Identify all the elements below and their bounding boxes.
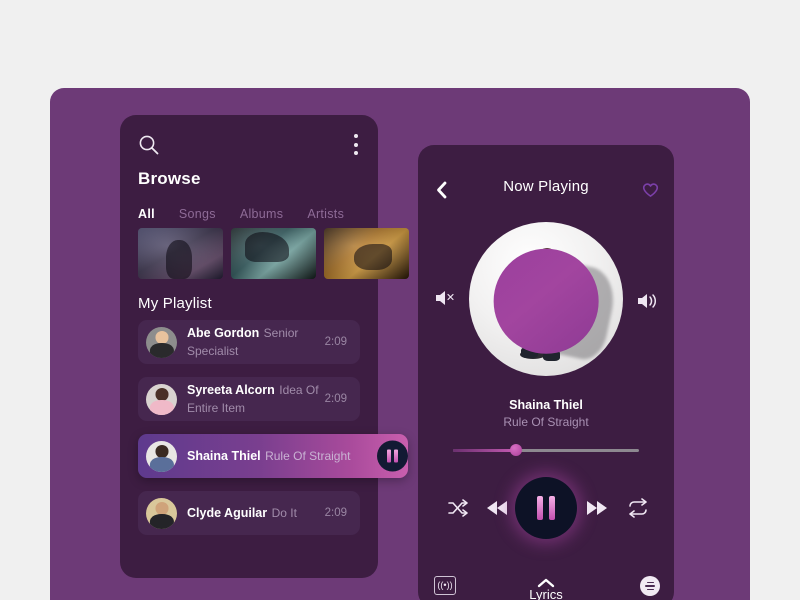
pause-icon-bar-right [549, 496, 555, 520]
screen: Browse All Songs Albums Artists My Playl… [0, 0, 800, 600]
album-art [469, 222, 623, 376]
track-duration: 2:09 [324, 393, 347, 405]
pause-icon-bar-left [537, 496, 543, 520]
repeat-icon[interactable] [627, 498, 649, 518]
lyrics-label: Lyrics [529, 587, 563, 600]
track-name: Clyde Aguilar [187, 506, 268, 520]
table-row[interactable]: Syreeta Alcorn Idea Of Entire Item 2:09 [138, 377, 360, 421]
browse-tabs: All Songs Albums Artists [138, 207, 344, 221]
tab-all[interactable]: All [138, 207, 155, 221]
app-card: Browse All Songs Albums Artists My Playl… [50, 88, 750, 600]
track-text: Abe Gordon Senior Specialist [187, 324, 325, 360]
table-row-active[interactable]: Shaina Thiel Rule Of Straight [138, 434, 408, 478]
heart-outline-icon[interactable] [641, 180, 660, 199]
playlist: Abe Gordon Senior Specialist 2:09 Syreet… [138, 320, 408, 548]
avatar [146, 440, 177, 472]
concert-thumbnail-2[interactable] [231, 228, 316, 279]
queue-list-icon[interactable] [640, 576, 660, 596]
thumbnail-strip [138, 228, 409, 279]
avatar [146, 497, 177, 529]
tab-artists[interactable]: Artists [307, 207, 344, 221]
now-playing-header: Now Playing [418, 178, 674, 202]
volume-up-icon[interactable] [636, 290, 660, 312]
track-name: Syreeta Alcorn [187, 383, 275, 397]
track-subtitle: Do It [271, 506, 297, 520]
playlist-heading: My Playlist [138, 295, 212, 312]
track-name: Abe Gordon [187, 326, 260, 340]
tab-songs[interactable]: Songs [179, 207, 216, 221]
tab-albums[interactable]: Albums [240, 207, 283, 221]
row-pause-icon[interactable] [377, 440, 408, 472]
track-text: Clyde Aguilar Do It [187, 504, 325, 522]
current-song-artist: Rule Of Straight [503, 415, 589, 429]
page-title: Browse [138, 169, 201, 188]
current-song-title: Shaina Thiel [509, 398, 583, 412]
avatar [146, 326, 177, 358]
concert-thumbnail-1[interactable] [138, 228, 223, 279]
track-subtitle: Rule Of Straight [265, 449, 351, 463]
now-playing-panel: Now Playing Shaina Thiel Rule Of Straigh… [418, 145, 674, 600]
now-playing-title: Now Playing [503, 178, 589, 195]
browse-panel: Browse All Songs Albums Artists My Playl… [120, 115, 409, 578]
volume-mute-icon[interactable] [434, 287, 458, 309]
kebab-menu-icon[interactable] [353, 134, 358, 155]
progress-fill [453, 449, 517, 452]
track-duration: 2:09 [324, 336, 347, 348]
browse-toolbar [138, 132, 360, 158]
track-name: Shaina Thiel [187, 449, 261, 463]
table-row[interactable]: Abe Gordon Senior Specialist 2:09 [138, 320, 360, 364]
search-icon[interactable] [138, 134, 160, 156]
track-text: Syreeta Alcorn Idea Of Entire Item [187, 381, 325, 417]
progress-slider[interactable] [453, 444, 639, 456]
play-pause-button[interactable] [515, 477, 577, 539]
fast-forward-icon[interactable] [586, 500, 608, 516]
track-text: Shaina Thiel Rule Of Straight [187, 447, 408, 465]
chevron-up-icon[interactable] [537, 575, 555, 588]
shuffle-icon[interactable] [447, 498, 469, 518]
playback-controls [418, 475, 674, 541]
album-art-overlay-circle [493, 248, 599, 354]
track-duration: 2:09 [324, 507, 347, 519]
lyrics-toggle[interactable]: Lyrics [418, 575, 674, 600]
concert-thumbnail-3[interactable] [324, 228, 409, 279]
table-row[interactable]: Clyde Aguilar Do It 2:09 [138, 491, 360, 535]
avatar [146, 383, 177, 415]
rewind-icon[interactable] [486, 500, 508, 516]
progress-thumb[interactable] [510, 444, 523, 456]
